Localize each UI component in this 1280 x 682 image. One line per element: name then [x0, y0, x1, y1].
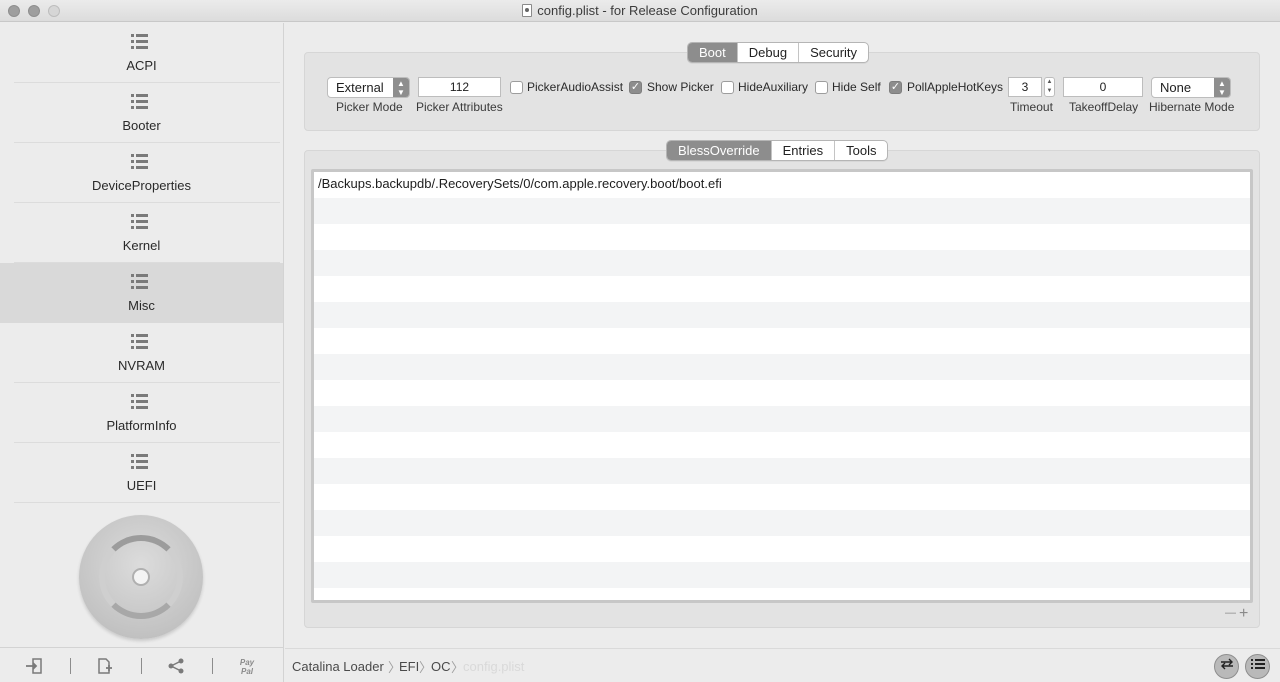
sidebar-item-platforminfo[interactable]: PlatformInfo [0, 383, 283, 443]
table-row [314, 562, 1250, 588]
hibernate-mode-value: None [1160, 80, 1192, 95]
sidebar-toolbar: Pay Pal [0, 647, 283, 682]
sidebar-item-nvram[interactable]: NVRAM [0, 323, 283, 383]
sidebar-item-label: UEFI [126, 478, 157, 493]
table-row [314, 588, 1250, 600]
tab-boot[interactable]: Boot [688, 43, 737, 62]
document-icon [522, 4, 533, 17]
table-row [314, 432, 1250, 458]
title-bar: config.plist - for Release Configuration [0, 0, 1280, 22]
hide-self-checkbox[interactable] [815, 81, 828, 94]
picker-audio-assist-checkbox[interactable] [510, 81, 523, 94]
table-row [314, 250, 1250, 276]
add-row-button[interactable]: + [1239, 605, 1248, 623]
table-row [314, 458, 1250, 484]
sidebar: ACPI Booter DeviceProperties Kernel Misc… [0, 23, 284, 682]
table-row [314, 276, 1250, 302]
list-icon [131, 34, 148, 50]
list-icon [131, 154, 148, 170]
sidebar-item-booter[interactable]: Booter [0, 83, 283, 143]
bless-override-table[interactable]: /Backups.backupdb/.RecoverySets/0/com.ap… [311, 169, 1253, 603]
sidebar-item-label: PlatformInfo [106, 418, 177, 433]
table-row [314, 484, 1250, 510]
table-row [314, 510, 1250, 536]
sidebar-item-label: Booter [122, 118, 161, 133]
checkbox-label: Hide Self [832, 80, 881, 94]
hibernate-mode-popup[interactable]: None ▲ ▼ [1151, 77, 1231, 98]
table-row [314, 328, 1250, 354]
timeout-stepper[interactable]: ▲ ▼ [1044, 77, 1055, 97]
table-row [314, 380, 1250, 406]
checkbox-label: HideAuxiliary [738, 80, 809, 94]
table-row [314, 536, 1250, 562]
sidebar-item-label: NVRAM [118, 358, 165, 373]
sidebar-item-acpi[interactable]: ACPI [0, 23, 283, 83]
window-title-container: config.plist - for Release Configuration [0, 3, 1280, 18]
table-row [314, 224, 1250, 250]
sidebar-item-misc[interactable]: Misc [0, 263, 283, 323]
main-panel: Boot Debug Security External ▲ ▼ Picker M… [285, 23, 1280, 648]
table-row[interactable]: /Backups.backupdb/.RecoverySets/0/com.ap… [314, 172, 1250, 198]
window-title: config.plist - for Release Configuration [537, 3, 758, 18]
tab-security[interactable]: Security [798, 43, 868, 62]
disc-logo [79, 515, 203, 639]
sidebar-item-deviceproperties[interactable]: DeviceProperties [0, 143, 283, 203]
hibernate-mode-caption: Hibernate Mode [1149, 100, 1235, 114]
takeoff-delay-caption: TakeoffDelay [1069, 100, 1139, 114]
tab-bless-override[interactable]: BlessOverride [667, 141, 771, 160]
tab-tools[interactable]: Tools [834, 141, 887, 160]
show-picker-checkbox[interactable]: ✓ [629, 81, 642, 94]
bottom-bar: Catalina Loader 〉 EFI 〉 OC 〉 config.plis… [285, 648, 1280, 682]
list-icon [131, 274, 148, 290]
picker-mode-value: External [336, 80, 384, 95]
table-row [314, 198, 1250, 224]
chevron-updown-icon: ▲ ▼ [1214, 78, 1230, 97]
list-icon [131, 214, 148, 230]
paypal-label: Pal [240, 667, 253, 676]
sub-tab-bar: BlessOverride Entries Tools [666, 140, 889, 161]
list-icon [131, 334, 148, 350]
list-icon [131, 94, 148, 110]
checkbox-label: Show Picker [647, 80, 714, 94]
sidebar-item-label: ACPI [126, 58, 157, 73]
breadcrumb-item[interactable]: Catalina Loader [292, 659, 384, 674]
table-row [314, 302, 1250, 328]
paypal-label: Pay [239, 658, 255, 667]
hide-auxiliary-checkbox[interactable] [721, 81, 734, 94]
add-file-icon[interactable] [95, 658, 115, 674]
table-row [314, 406, 1250, 432]
remove-row-button[interactable]: — [1225, 607, 1236, 619]
breadcrumb-item[interactable]: config.plist [463, 659, 524, 674]
sidebar-item-label: Misc [128, 298, 155, 313]
sidebar-item-label: Kernel [122, 238, 161, 253]
picker-mode-popup[interactable]: External ▲ ▼ [327, 77, 410, 98]
timeout-field[interactable]: 3 [1008, 77, 1042, 97]
tab-debug[interactable]: Debug [736, 43, 798, 62]
checkbox-label: PickerAudioAssist [527, 80, 624, 94]
takeoff-delay-field[interactable]: 0 [1063, 77, 1143, 97]
sync-icon[interactable] [1214, 654, 1239, 679]
import-icon[interactable] [24, 658, 44, 674]
checkbox-label: PollAppleHotKeys [907, 80, 1004, 94]
sidebar-item-label: DeviceProperties [92, 178, 191, 193]
picker-attributes-field[interactable]: 112 [418, 77, 501, 97]
table-row [314, 354, 1250, 380]
tab-entries[interactable]: Entries [770, 141, 834, 160]
chevron-updown-icon: ▲ ▼ [393, 78, 409, 97]
top-tab-bar: Boot Debug Security [687, 42, 870, 63]
breadcrumb-item[interactable]: OC [431, 659, 451, 674]
share-icon[interactable] [166, 658, 186, 674]
sidebar-item-kernel[interactable]: Kernel [0, 203, 283, 263]
picker-mode-caption: Picker Mode [336, 100, 403, 114]
sidebar-item-uefi[interactable]: UEFI [0, 443, 283, 503]
paypal-icon[interactable]: Pay Pal [237, 658, 257, 676]
picker-attributes-caption: Picker Attributes [416, 100, 503, 114]
list-icon [131, 454, 148, 470]
list-view-icon[interactable] [1245, 654, 1270, 679]
timeout-caption: Timeout [1010, 100, 1053, 114]
list-icon [131, 394, 148, 410]
breadcrumb-item[interactable]: EFI [399, 659, 419, 674]
poll-apple-hotkeys-checkbox[interactable]: ✓ [889, 81, 902, 94]
